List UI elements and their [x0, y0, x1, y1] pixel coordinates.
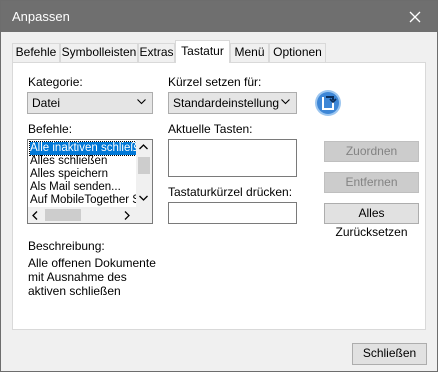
scroll-up-icon[interactable]	[139, 144, 148, 150]
list-item[interactable]: Alles speichern	[30, 168, 136, 181]
tab-label: Tastatur	[181, 44, 224, 58]
tab-label: Menü	[234, 45, 265, 59]
scroll-left-icon[interactable]	[32, 211, 38, 220]
tab-menu[interactable]: Menü	[230, 43, 269, 62]
reset-all-button[interactable]: Alles Zurücksetzen	[324, 203, 419, 239]
category-label: Kategorie:	[28, 75, 83, 89]
customize-dialog: Anpassen Befehle Symbolleisten Extras Ta…	[0, 0, 438, 372]
list-item[interactable]: Alles schließen	[30, 155, 136, 168]
press-shortcut-input[interactable]	[168, 202, 297, 224]
commands-label: Befehle:	[28, 122, 73, 136]
close-icon	[409, 11, 421, 22]
assign-button[interactable]: Zuordnen	[324, 141, 419, 162]
current-keys-label: Aktuelle Tasten:	[168, 122, 253, 136]
chevron-down-icon	[137, 99, 146, 105]
shortcut-for-select[interactable]: Standardeinstellung	[168, 92, 297, 114]
tab-label: Befehle	[15, 45, 57, 59]
current-keys-list[interactable]	[168, 139, 297, 177]
list-item[interactable]: Als Mail senden...	[30, 181, 136, 194]
tab-befehle[interactable]: Befehle	[12, 43, 60, 62]
commands-list[interactable]: Alle inaktiven schließen Alles schließen…	[27, 139, 153, 224]
chevron-down-icon	[281, 99, 290, 105]
scrollbar-corner	[136, 207, 152, 223]
close-window-button[interactable]	[393, 1, 437, 32]
shortcut-for-label: Kürzel setzen für:	[168, 75, 262, 89]
tab-label: Extras	[139, 45, 174, 59]
tab-label: Symbolleisten	[61, 45, 137, 59]
vertical-scrollbar[interactable]	[136, 140, 152, 207]
tab-tastatur[interactable]: Tastatur	[175, 40, 230, 63]
tab-extras[interactable]: Extras	[138, 43, 175, 62]
title-bar[interactable]: Anpassen	[1, 1, 437, 32]
tab-optionen[interactable]: Optionen	[269, 43, 326, 62]
tab-symbolleisten[interactable]: Symbolleisten	[60, 43, 138, 62]
press-shortcut-label: Tastaturkürzel drücken:	[168, 185, 293, 199]
list-item[interactable]: Alle inaktiven schließen	[29, 141, 137, 156]
list-item[interactable]: Auf MobileTogether Server	[30, 194, 136, 207]
category-value: Datei	[32, 96, 61, 110]
scroll-right-icon[interactable]	[124, 211, 130, 220]
window-title: Anpassen	[12, 9, 70, 24]
description-label: Beschreibung:	[28, 239, 105, 253]
remove-button[interactable]: Entfernen	[324, 172, 419, 193]
tab-label: Optionen	[273, 45, 322, 59]
close-button[interactable]: Schließen	[352, 343, 427, 365]
scroll-thumb[interactable]	[138, 157, 150, 174]
horizontal-scrollbar[interactable]	[28, 207, 136, 223]
category-select[interactable]: Datei	[27, 92, 153, 114]
scroll-down-icon[interactable]	[139, 195, 148, 201]
reset-toolbar-icon[interactable]	[314, 89, 342, 117]
tab-panel-tastatur: Kategorie: Datei Kürzel setzen für: Stan…	[12, 62, 426, 330]
shortcut-for-value: Standardeinstellung	[173, 96, 280, 110]
description-text: Alle offenen Dokumente mit Ausnahme des …	[28, 256, 156, 298]
scroll-thumb[interactable]	[45, 209, 81, 221]
